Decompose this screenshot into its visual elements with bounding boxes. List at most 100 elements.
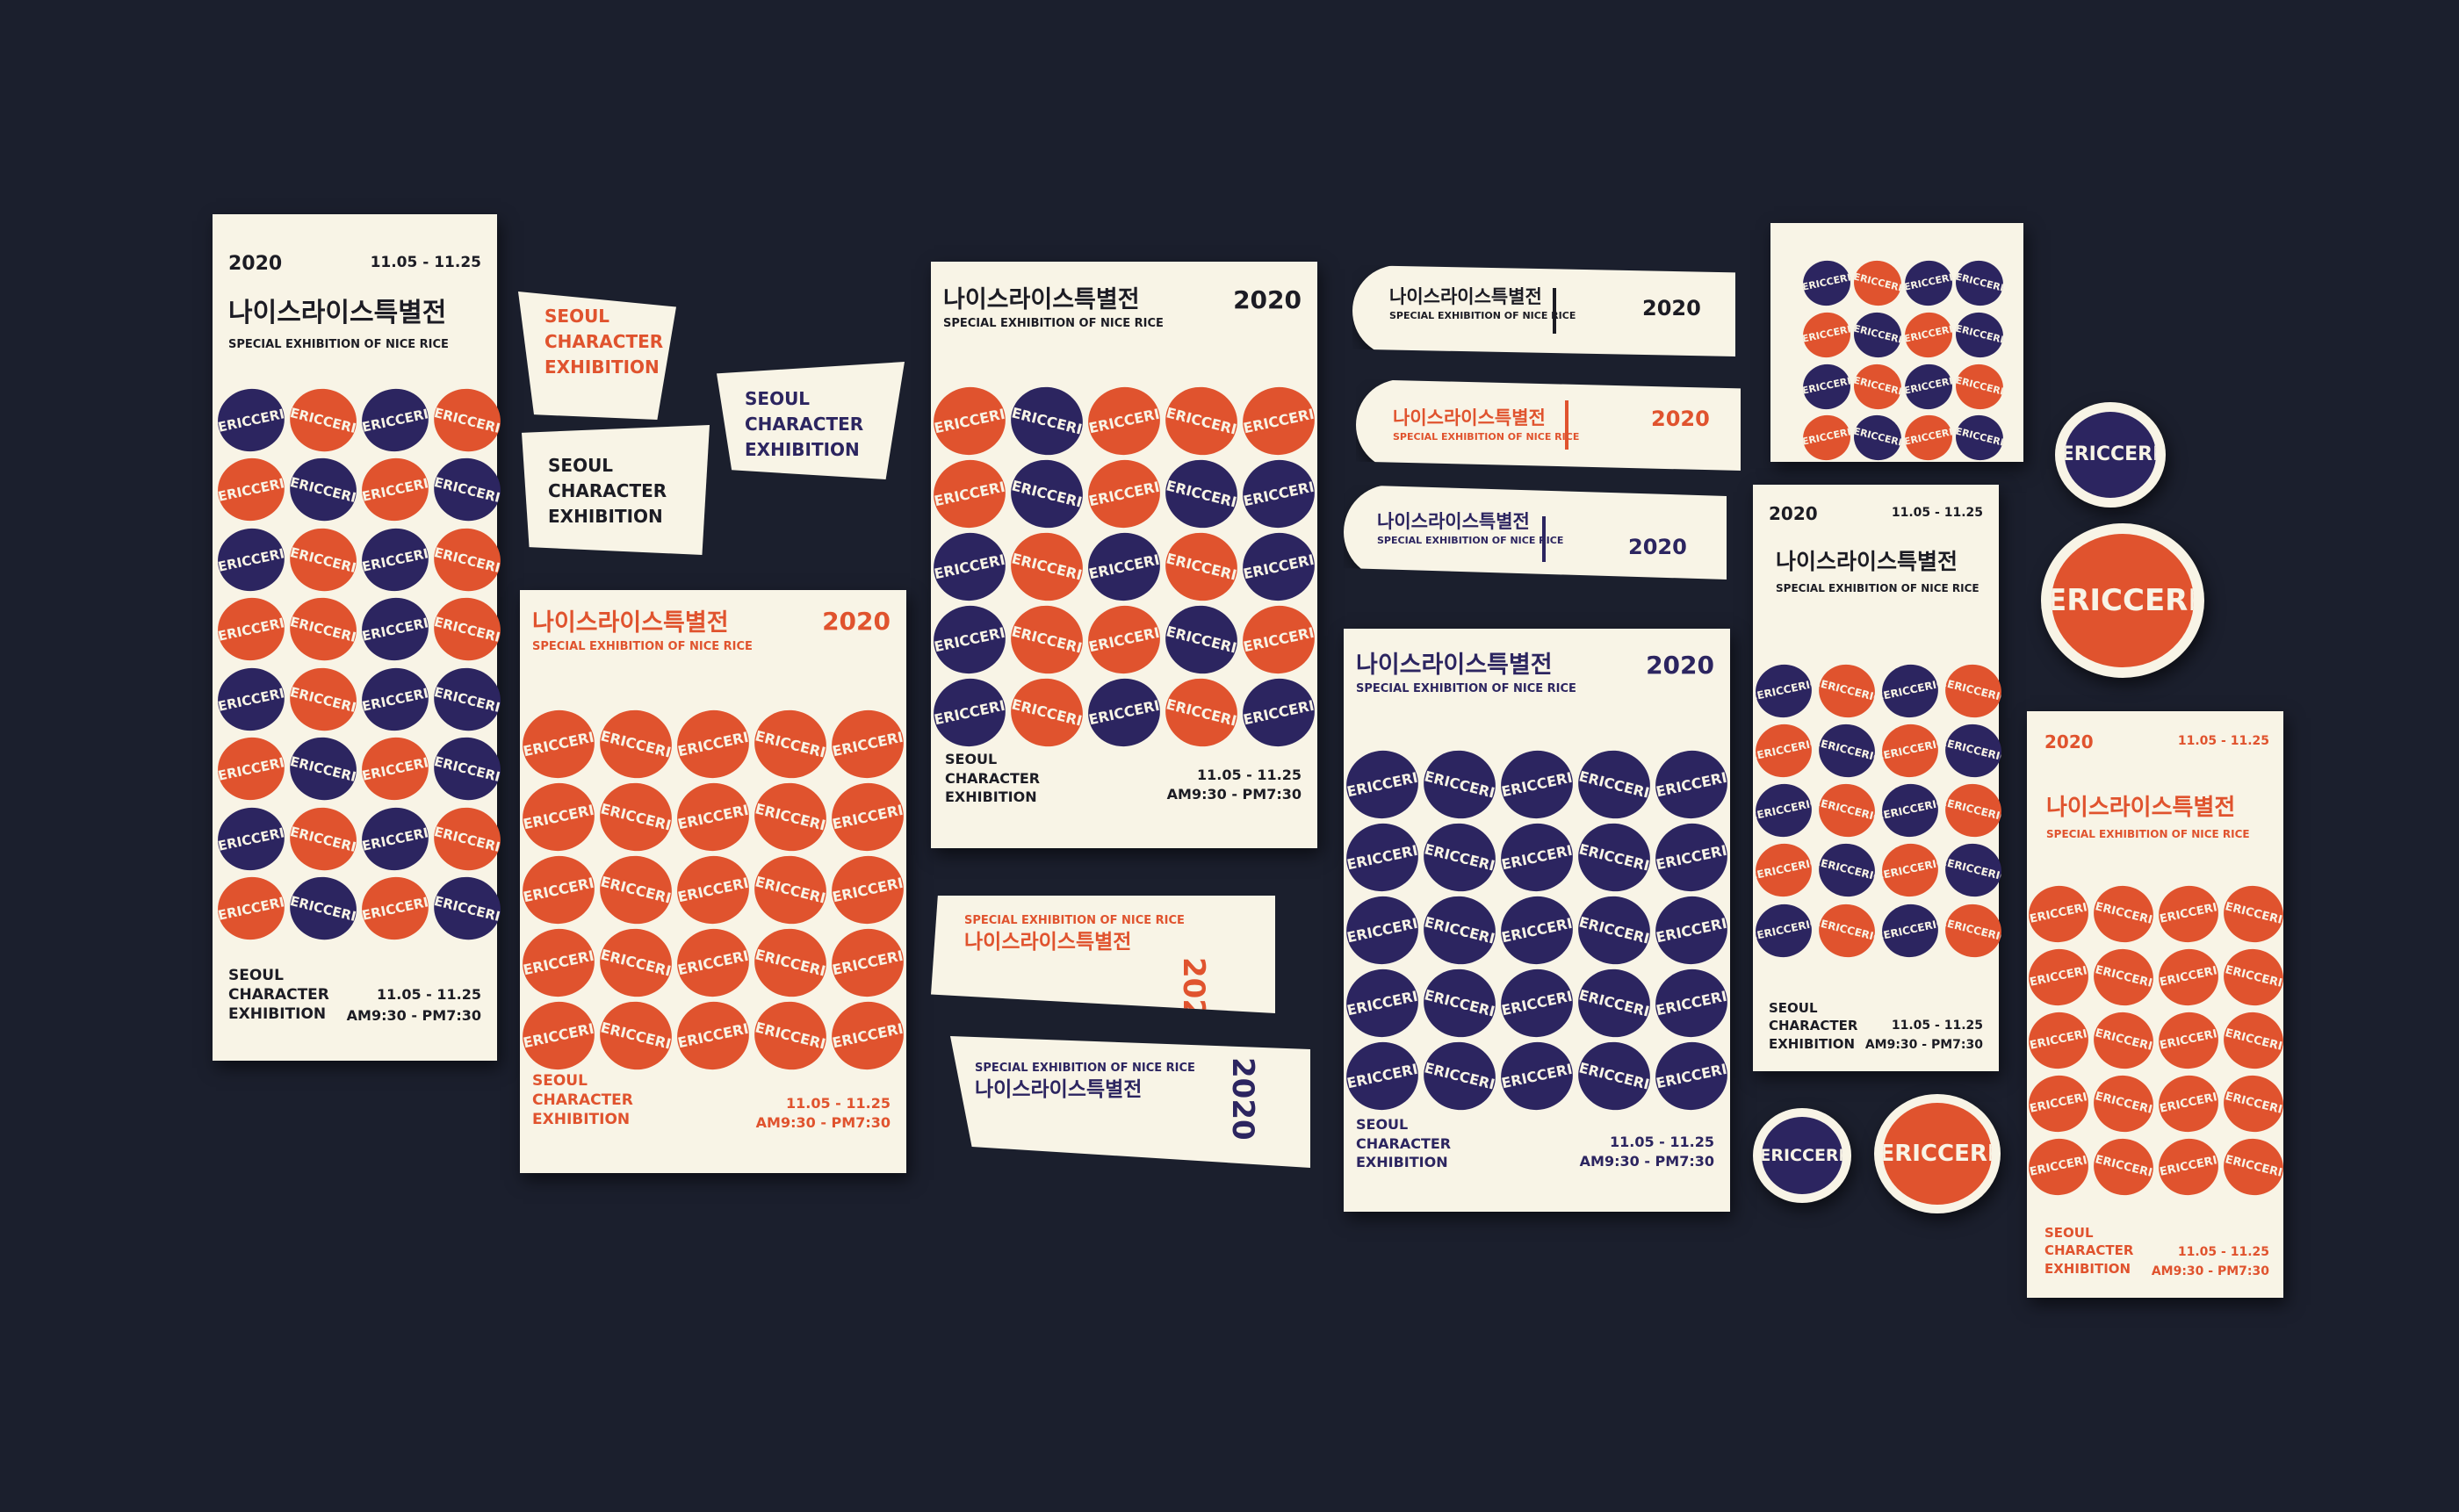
rice-ball-icon: CERICCERIC (356, 452, 435, 528)
poster-year: 2020 (1769, 503, 1818, 524)
rice-ball-pattern: CERIC CERIC CERIC CERIC CERIC CERIC CERIC CERIC… (2023, 879, 2290, 1201)
rice-ball-icon: CERICCERIC (2023, 943, 2094, 1012)
rice-ball-icon: CERICCERIC (1877, 779, 1943, 843)
poster-year: 2020 (228, 253, 283, 275)
label-card-red: SEOUL CHARACTER EXHIBITION (518, 292, 676, 420)
rice-ball-icon: CERICCERIC (283, 591, 364, 668)
rice-ball-icon: CERICCERIC (1951, 410, 2008, 465)
poster-hours: AM9:30 - PM7:30 (1864, 1038, 1983, 1052)
slanted-label-red: SPECIAL EXHIBITION OF NICE RICE 나이스라이스특별… (931, 896, 1275, 1013)
rice-ball-icon: CERICCERIC (1750, 839, 1817, 903)
poster-dates: 11.05 - 11.25 (1610, 1134, 1714, 1150)
rice-ball-icon: CERICCERIC (1799, 307, 1855, 362)
sticker-navy-bottom: CERICCERIC (1753, 1108, 1851, 1203)
red-tall-poster: 2020 11.05 - 11.25 나이스라이스특별전 SPECIAL EXH… (2023, 711, 2290, 1298)
rice-ball-icon: CERICCERIC (1157, 525, 1245, 609)
rice-ball-icon: CERICCERIC (2153, 1133, 2224, 1200)
rice-ball-icon: CERICCERIC (1494, 744, 1580, 825)
rice-ball-icon: CERICCERIC (427, 451, 508, 529)
rice-ball-icon: CERICCERIC (427, 591, 508, 668)
rice-ball-icon: CERICCERIC (283, 521, 364, 599)
rice-ball-icon: CERICCERIC (927, 599, 1013, 680)
rice-ball-icon: CERICCERIC (283, 660, 364, 738)
square-pattern-card: CERIC CERIC CERIC CERIC CERIC CERIC CERIC CERIC… (1770, 223, 2023, 465)
rice-ball-icon: CERICCERIC (1339, 744, 1425, 825)
poster-year: 2020 (2044, 731, 2094, 752)
rice-ball-icon: CERICCERIC (2217, 879, 2290, 949)
rice-ball-icon: CERICCERIC (670, 849, 756, 931)
rice-ball-icon: CERICCERIC (1003, 379, 1091, 463)
rice-ball-icon: CERICCERIC (2153, 943, 2224, 1012)
rice-ball-icon: CERICCERIC (212, 661, 291, 738)
rice-ball-icon: CERICCERIC (2153, 1069, 2224, 1137)
rice-ball-icon: CERICCERIC (1849, 410, 1907, 465)
rice-ball-icon: CERICCERIC (1939, 778, 2008, 844)
rice-ball-icon: CERICCERIC (1416, 1034, 1504, 1119)
poster-dates: 11.05 - 11.25 (2177, 734, 2269, 748)
rice-ball-icon: CERICCERIC (670, 703, 756, 785)
rice-ball-icon: CERICCERIC (1849, 358, 1907, 414)
rice-ball-icon: CERICCERIC (356, 731, 435, 807)
rice-ball-icon: CERICCERIC (670, 995, 756, 1077)
poster-exhibition-name: SEOUL CHARACTER EXHIBITION (945, 751, 1041, 806)
rice-ball-icon: CERICCERIC (1236, 599, 1322, 680)
rice-ball-icon: CERICCERIC (427, 660, 508, 738)
poster-subtitle-en: SPECIAL EXHIBITION OF NICE RICE (943, 317, 1164, 330)
rice-ball-icon: CERICCERIC (1081, 526, 1167, 608)
rice-ball-icon: CERICCERIC (283, 800, 364, 878)
rice-ball-icon: CERICCERIC (356, 801, 435, 877)
rice-ball-icon: CERICCERIC (927, 526, 1013, 608)
rice-ball-icon: CERICCERIC (592, 994, 680, 1078)
rice-ball-icon: CERICCERIC (1003, 671, 1091, 755)
rice-ball-icon: CERICCERIC (2052, 534, 2194, 667)
poster-dates-bottom: 11.05 - 11.25 (2177, 1245, 2269, 1259)
poster-year: 2020 (822, 607, 891, 636)
rice-ball-icon: CERICCERIC (212, 870, 291, 947)
rice-ball-icon: CERICCERIC (1081, 672, 1167, 754)
poster-exhibition-name: SEOUL CHARACTER EXHIBITION (228, 967, 329, 1024)
rice-ball-pattern: CERIC CERIC CERIC CERIC CERIC CERIC CERIC CERIC… (1799, 256, 2008, 465)
rice-ball-icon: CERICCERIC (1813, 659, 1881, 724)
rice-ball-icon: CERICCERIC (670, 922, 756, 1004)
rice-ball-icon: CERICCERIC (746, 702, 834, 786)
tall-banner-poster: 2020 11.05 - 11.25 나이스라이스특별전 SPECIAL EXH… (212, 214, 508, 1061)
rice-ball-icon: CERICCERIC (1081, 599, 1167, 680)
rice-ball-icon: CERICCERIC (670, 776, 756, 858)
rice-ball-icon: CERICCERIC (2088, 1132, 2160, 1201)
rice-ball-pattern: CERIC CERIC CERIC CERIC CERIC CERIC CERIC CERIC… (927, 379, 1322, 755)
rice-ball-icon: CERICCERIC (1570, 816, 1658, 899)
rice-ball-icon: CERICCERIC (427, 869, 508, 947)
rice-ball-icon: CERICCERIC (1157, 671, 1245, 755)
rice-ball-icon: CERICCERIC (2088, 879, 2160, 949)
rice-ball-icon: CERICCERIC (283, 451, 364, 529)
rice-ball-pattern: CERIC CERIC CERIC CERIC CERIC CERIC CERIC CERIC… (1750, 659, 2008, 963)
rice-ball-icon: CERICCERIC (1939, 718, 2008, 784)
label-card-navy-left: SEOUL CHARACTER EXHIBITION (522, 425, 710, 555)
poster-title-kr: 나이스라이스특별전 (228, 298, 447, 328)
rice-ball-icon: CERICCERIC (2023, 880, 2094, 948)
rice-ball-icon: CERICCERIC (1813, 718, 1881, 784)
rice-ball-icon: CERICCERIC (1813, 897, 1881, 963)
rice-ball-icon: CERICCERIC (427, 731, 508, 808)
rice-ball-icon: CERICCERIC (1416, 889, 1504, 973)
rice-ball-icon: CERICCERIC (1003, 525, 1091, 609)
rice-ball-icon: CERICCERIC (1939, 659, 2008, 724)
rice-ball-icon: CERICCERIC (1750, 719, 1817, 783)
divider-line (1553, 288, 1556, 334)
poster-subtitle-en: SPECIAL EXHIBITION OF NICE RICE (1776, 582, 1979, 594)
poster-dates: 11.05 - 11.25 (1197, 767, 1302, 783)
rice-ball-icon: CERICCERIC (212, 522, 291, 598)
rice-ball-icon: CERICCERIC (592, 848, 680, 932)
poster-hours: AM9:30 - PM7:30 (755, 1114, 891, 1131)
poster-title-kr: 나이스라이스특별전 (943, 286, 1140, 313)
rice-ball-icon: CERICCERIC (212, 452, 291, 528)
poster-dates: 11.05 - 11.25 (786, 1095, 891, 1112)
poster-dates: 11.05 - 11.25 (1891, 506, 1983, 520)
rice-ball-icon: CERICCERIC (2088, 1069, 2160, 1138)
rice-ball-icon: CERICCERIC (2023, 1006, 2094, 1075)
rice-ball-icon: CERICCERIC (592, 702, 680, 786)
rice-ball-icon: CERICCERIC (2088, 942, 2160, 1012)
rice-ball-icon: CERICCERIC (1236, 453, 1322, 535)
rice-ball-icon: CERICCERIC (1570, 889, 1658, 973)
rice-ball-icon: CERICCERIC (516, 703, 602, 785)
